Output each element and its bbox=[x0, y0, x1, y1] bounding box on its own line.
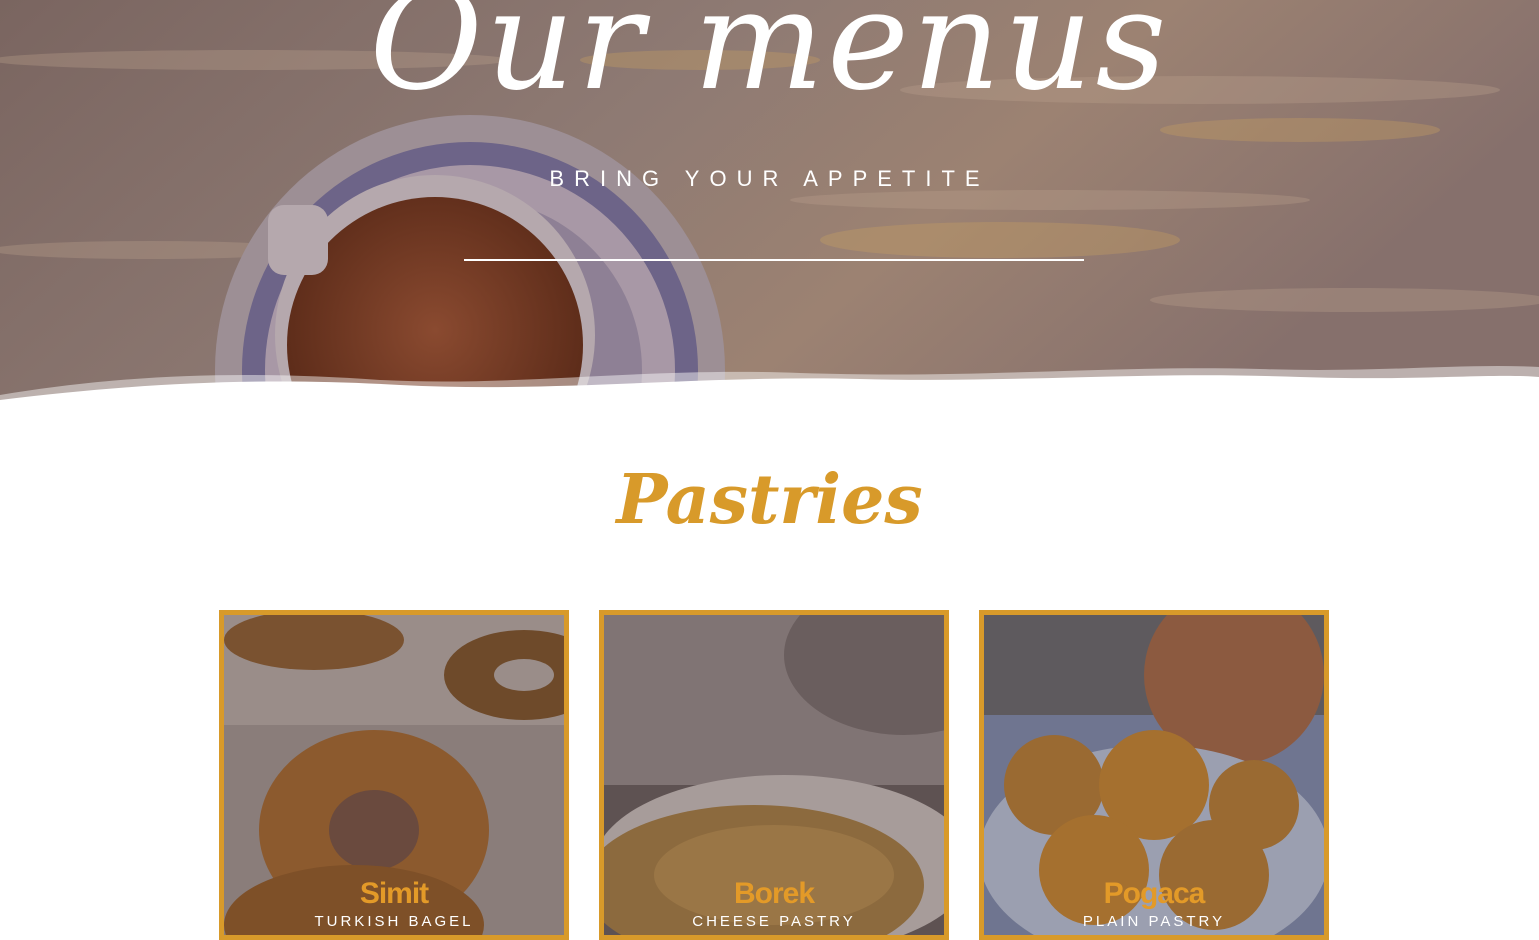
card-name: Borek bbox=[733, 877, 815, 910]
hero-title: Our menus bbox=[369, 0, 1170, 121]
menu-card-pogaca[interactable]: Pogaca PLAIN PASTRY bbox=[979, 610, 1329, 940]
card-name: Simit bbox=[359, 877, 429, 910]
wave-divider bbox=[0, 366, 1539, 410]
hero-subtitle: BRING YOUR APPETITE bbox=[549, 166, 990, 191]
menu-card-simit[interactable]: Simit TURKISH BAGEL bbox=[219, 610, 569, 940]
hero-banner: Our menus BRING YOUR APPETITE bbox=[0, 0, 1539, 410]
card-description: TURKISH BAGEL bbox=[314, 913, 474, 930]
section-title-pastries: Pastries bbox=[616, 460, 923, 540]
hero-divider bbox=[464, 259, 1084, 261]
menu-card-borek[interactable]: Borek CHEESE PASTRY bbox=[599, 610, 949, 940]
card-name: Pogaca bbox=[1103, 877, 1206, 910]
card-description: CHEESE PASTRY bbox=[692, 913, 856, 930]
card-description: PLAIN PASTRY bbox=[1082, 913, 1226, 930]
